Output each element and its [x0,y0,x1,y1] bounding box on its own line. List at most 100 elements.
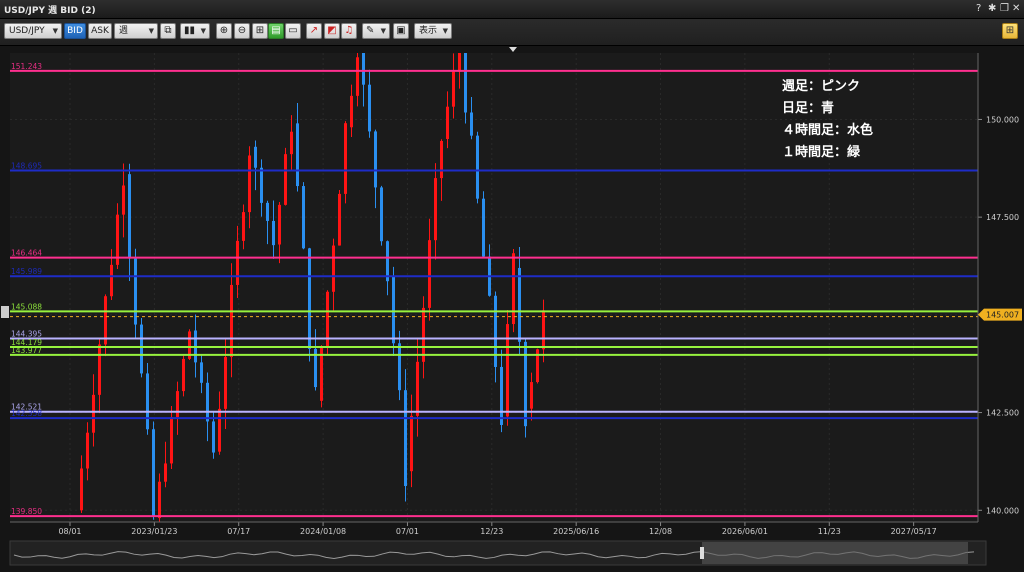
y-tick-label: 150.000 [986,115,1019,124]
legend-item: １時間足：緑 [782,144,861,160]
candle-body [374,131,377,188]
candle-body [146,373,149,430]
x-tick-label: 08/01 [58,527,81,536]
candle-body [98,344,101,395]
candle-body [80,468,83,511]
candle-body [182,358,185,392]
splitter-handle[interactable] [1,306,9,318]
copy-icon[interactable]: ⧉ [160,23,176,39]
candle-body [416,361,419,416]
candle-body [272,220,275,246]
draw-rect-icon[interactable]: ◩ [324,23,340,39]
x-tick-label: 11/23 [818,527,841,536]
help-icon[interactable]: ? [976,2,981,16]
candle-body [242,212,245,241]
navigator-handle [700,547,704,559]
candle-body [134,258,137,325]
toolbar: USD/JPY ▼ BID ASK 週 ▼ ⧉ ▮▮ ▼ ⊕ ⊖ ⊞ ▤ ▭ ↗ … [0,19,1024,46]
candle-body [110,264,113,297]
window-icon[interactable]: ▭ [285,23,301,39]
level-label: 139.850 [11,507,42,516]
candle-body [290,131,293,155]
candle-body [170,417,173,464]
settings-icon[interactable]: ✱ [988,2,996,16]
chart-area[interactable]: 151.243 148.695 146.464 145.989 145.088 144.3… [0,46,1024,568]
x-tick-label: 07/01 [396,527,419,536]
legend-item: 週足：ピンク [782,79,860,94]
x-tick-label: 2025/06/16 [553,527,599,536]
candle-body [164,463,167,482]
candle-body [278,204,281,245]
candle-body [254,146,257,168]
candle-body [260,167,263,203]
candle-body [494,295,497,367]
display-menu[interactable]: 表示 ▼ [414,23,452,39]
candle-body [458,53,461,72]
candle-body [446,106,449,139]
legend-item: 日足：青 [782,100,834,116]
candle-body [404,390,407,487]
current-price-label: 145.007 [986,311,1019,320]
candle-body [398,343,401,391]
candle-body [452,71,455,107]
level-label: 148.695 [11,161,42,170]
bid-button[interactable]: BID [64,23,86,39]
grid-icon[interactable]: ▤ [268,23,284,39]
x-tick-label: 12/23 [480,527,503,536]
navigator-window [702,542,968,564]
candle-body [200,362,203,383]
candle-body [512,253,515,325]
ask-button[interactable]: ASK [88,23,112,39]
zoom-out-icon[interactable]: ⊖ [234,23,250,39]
symbol-label: USD/JPY [9,26,45,36]
period-select[interactable]: 週 ▼ [114,23,158,39]
candle-body [344,123,347,194]
x-tick-label: 2024/01/08 [300,527,346,536]
chevron-down-icon: ▼ [52,27,58,35]
level-label: 146.464 [11,249,42,258]
level-label: 145.088 [11,302,42,311]
close-icon[interactable]: ✕ [1012,2,1020,16]
candle-body [152,429,155,517]
export-icon[interactable]: ▣ [393,23,409,39]
candle-body [218,408,221,452]
candle-body [248,155,251,213]
grid-toggle-icon[interactable]: ⊞ [1002,23,1018,39]
candle-body [338,193,341,246]
candle-body [140,324,143,374]
draw-text-icon[interactable]: ♫ [341,23,357,39]
layout-icon[interactable]: ⊞ [252,23,268,39]
pen-icon[interactable]: ✎ ▼ [362,23,390,39]
candle-body [224,357,227,409]
candle-body [236,240,239,285]
window-title-bar: USD/JPY 週 BID (2) ? ✱ ❐ ✕ [0,0,1024,19]
x-tick-label: 12/08 [649,527,672,536]
display-label: 表示 [419,26,438,36]
chevron-down-icon: ▼ [148,27,154,35]
symbol-select[interactable]: USD/JPY ▼ [4,23,62,39]
candle-body [464,53,467,113]
candle-body [386,241,389,282]
level-label: 142.358 [11,409,42,418]
candle-body [350,95,353,128]
candle-body [368,84,371,132]
candle-body [332,245,335,292]
candle-body [212,421,215,453]
restore-icon[interactable]: ❐ [1000,2,1009,16]
zoom-in-icon[interactable]: ⊕ [216,23,232,39]
draw-line-icon[interactable]: ↗ [306,23,322,39]
candle-body [128,174,131,259]
chart-type-icon[interactable]: ▮▮ ▼ [180,23,210,39]
candle-body [296,123,299,187]
candle-body [380,187,383,242]
candle-body [482,198,485,257]
candle-body [518,267,521,342]
candle-body [530,382,533,409]
candle-body [158,481,161,519]
candle-body [362,53,365,85]
candle-body [434,178,437,241]
candle-body [266,202,269,221]
period-label: 週 [119,26,129,36]
price-chart[interactable]: 151.243148.695146.464145.989145.088144.3… [0,46,1024,568]
candle-body [470,112,473,136]
